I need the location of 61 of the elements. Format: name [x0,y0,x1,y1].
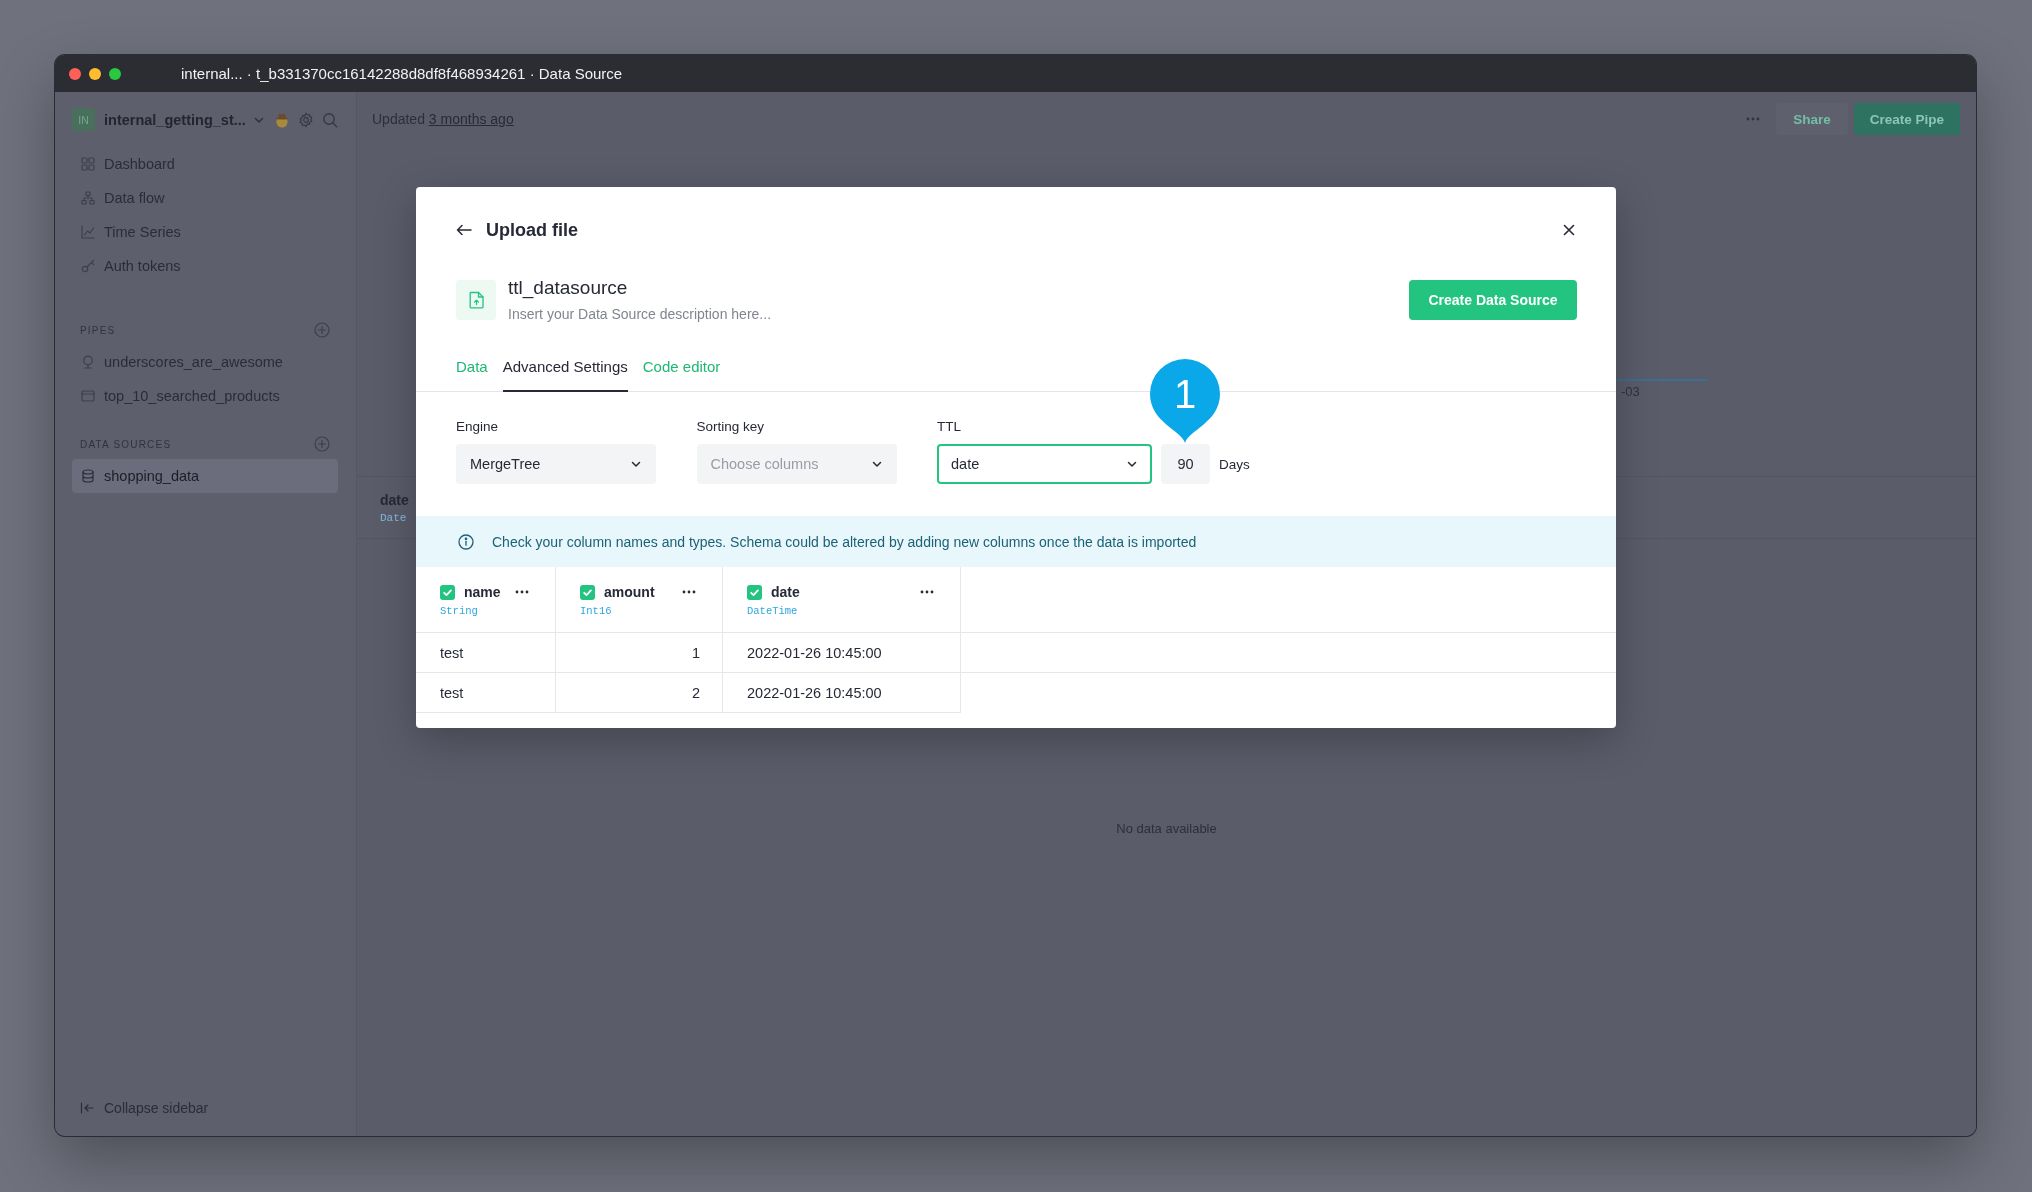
file-upload-icon [456,280,496,320]
field-label: Engine [456,419,499,435]
column-type: Date [380,512,407,525]
table-cell: 2022-01-26 10:45:00 [723,633,961,673]
select-field[interactable]: MergeTree [456,444,656,484]
workspace-name[interactable]: internal_getting_st... [104,111,246,128]
close-icon[interactable] [1563,224,1575,236]
database-icon [81,469,95,483]
bulb-icon [81,355,95,369]
column-checkbox[interactable] [580,584,595,600]
key-icon [81,259,95,273]
sitemap-icon [81,191,95,205]
back-arrow-icon[interactable] [456,224,472,236]
column-name: date [771,584,800,600]
window-zoom-icon[interactable] [109,67,121,80]
more-icon[interactable] [682,590,696,594]
select-field[interactable]: date [937,444,1152,484]
select-field[interactable]: Choose columns [696,444,897,484]
field-label: Sorting key [696,419,765,435]
cowboy-emoji-icon[interactable] [274,111,290,128]
step-marker: 1 [1150,359,1220,443]
field-label: TTL [937,419,961,435]
tab[interactable]: Advanced Settings [502,358,628,392]
create-pipe-button[interactable]: Create Pipe [1853,103,1960,135]
column-checkbox[interactable] [747,584,762,600]
dialog-title: Upload file [486,219,578,241]
column-type: DateTime [747,605,798,618]
sidebar-item[interactable]: shopping_data [72,459,338,493]
search-icon[interactable] [322,111,338,128]
column-checkbox[interactable] [440,584,455,600]
table-cell: 2 [556,673,723,713]
grid-icon [81,157,95,171]
data-source-name: ttl_datasource [508,277,629,298]
table-cell: test [416,633,556,673]
table-cell: test [416,673,556,713]
create-data-source-button[interactable]: Create Data Source [1409,280,1577,320]
column-name: amount [604,584,655,600]
unit-label: Days [1219,456,1250,472]
add-icon[interactable] [314,322,330,338]
window-minimize-icon[interactable] [89,67,101,80]
line-chart-icon [81,225,95,239]
info-icon [458,533,474,550]
column-type: String [440,605,478,618]
tab[interactable]: Code editor [642,358,721,392]
window-icon [81,389,95,403]
settings-icon[interactable] [298,111,314,128]
column-name: name [464,584,501,600]
tab[interactable]: Data [456,358,488,392]
collapse-icon [80,1101,94,1115]
share-button[interactable]: Share [1776,103,1848,135]
column-type: Int16 [580,605,612,618]
window-close-icon[interactable] [69,67,81,80]
window-title: internal... · t_b331370cc16142288d8df8f468934261 · Data Source [181,65,623,82]
description-field[interactable]: Insert your Data Source description here... [508,304,928,323]
info-text: Check your column names and types. Schema could be altered by adding new columns once the data is imported [492,533,1197,550]
more-icon[interactable] [920,590,934,594]
table-cell: 1 [556,633,723,673]
add-icon[interactable] [314,436,330,452]
more-icon[interactable] [515,590,529,594]
number-field[interactable]: 90 [1161,444,1210,484]
table-cell: 2022-01-26 10:45:00 [723,673,961,713]
